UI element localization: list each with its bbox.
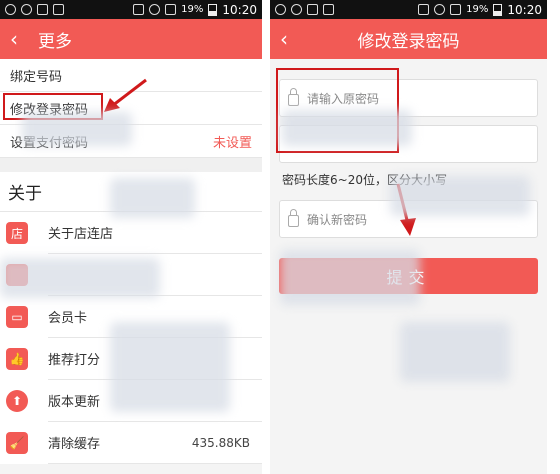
usb-icon (307, 4, 318, 15)
usb-icon (37, 4, 48, 15)
back-button[interactable]: ‹ (10, 27, 32, 51)
change-password-screen: 19% 10:20 ‹ 修改登录密码 请输入原密码 密码长度6~20位，区分大小… (270, 0, 547, 474)
item-label: 会员卡 (48, 311, 88, 326)
status-bar: 19% 10:20 (270, 0, 547, 19)
blur-patch (22, 112, 132, 146)
broom-icon: 🧹 (6, 432, 28, 454)
item-label: 清除缓存 (48, 437, 101, 452)
blur-patch (110, 178, 195, 218)
clear-cache-item[interactable]: 🧹 清除缓存 435.88KB (0, 422, 262, 464)
page-title: 修改登录密码 (357, 31, 460, 52)
battery-icon (208, 3, 218, 16)
item-label: 推荐打分 (48, 353, 101, 368)
sync-icon (21, 4, 32, 15)
item-label: 版本更新 (48, 395, 101, 410)
clock: 10:20 (507, 2, 542, 17)
about-store-item[interactable]: 店 关于店连店 (0, 212, 262, 254)
signal-icon (450, 4, 462, 15)
item-label: 关于店连店 (48, 227, 114, 242)
sync-icon (291, 4, 302, 15)
blur-patch (282, 110, 412, 146)
status-value: 未设置 (212, 135, 252, 151)
confirm-password-placeholder: 确认新密码 (307, 212, 368, 227)
blur-patch (280, 250, 420, 305)
store-icon: 店 (6, 222, 28, 244)
blur-patch (390, 176, 530, 216)
back-button[interactable]: ‹ (280, 27, 302, 51)
card-icon: ▭ (6, 306, 28, 328)
annotation-arrow (104, 78, 147, 112)
image-icon (53, 4, 64, 15)
blur-patch (0, 258, 160, 298)
battery-icon (493, 3, 503, 16)
section-divider (0, 158, 262, 172)
mute-icon (133, 4, 145, 15)
page-title: 更多 (38, 31, 72, 52)
battery-percent: 19% (466, 4, 489, 15)
row-label: 绑定号码 (10, 69, 63, 85)
clock: 10:20 (222, 2, 257, 17)
signal-icon (165, 4, 177, 15)
image-icon (323, 4, 334, 15)
status-bar: 19% 10:20 (0, 0, 262, 19)
update-icon: ⬆ (6, 390, 28, 412)
notification-icon (5, 4, 16, 15)
blur-patch (110, 322, 230, 412)
screen-gap (262, 0, 270, 474)
wifi-icon (149, 4, 161, 15)
notification-icon (275, 4, 286, 15)
app-header: ‹ 修改登录密码 (270, 19, 547, 59)
cache-size: 435.88KB (191, 435, 250, 450)
wifi-icon (434, 4, 446, 15)
thumbs-up-icon: 👍 (6, 348, 28, 370)
more-screen: 19% 10:20 ‹ 更多 绑定号码 修改登录密码 设置支付密码 未设置 关于… (0, 0, 262, 474)
app-header: ‹ 更多 (0, 19, 262, 59)
mute-icon (418, 4, 430, 15)
battery-percent: 19% (181, 4, 204, 15)
blur-patch (400, 322, 510, 382)
lock-icon (288, 208, 299, 227)
